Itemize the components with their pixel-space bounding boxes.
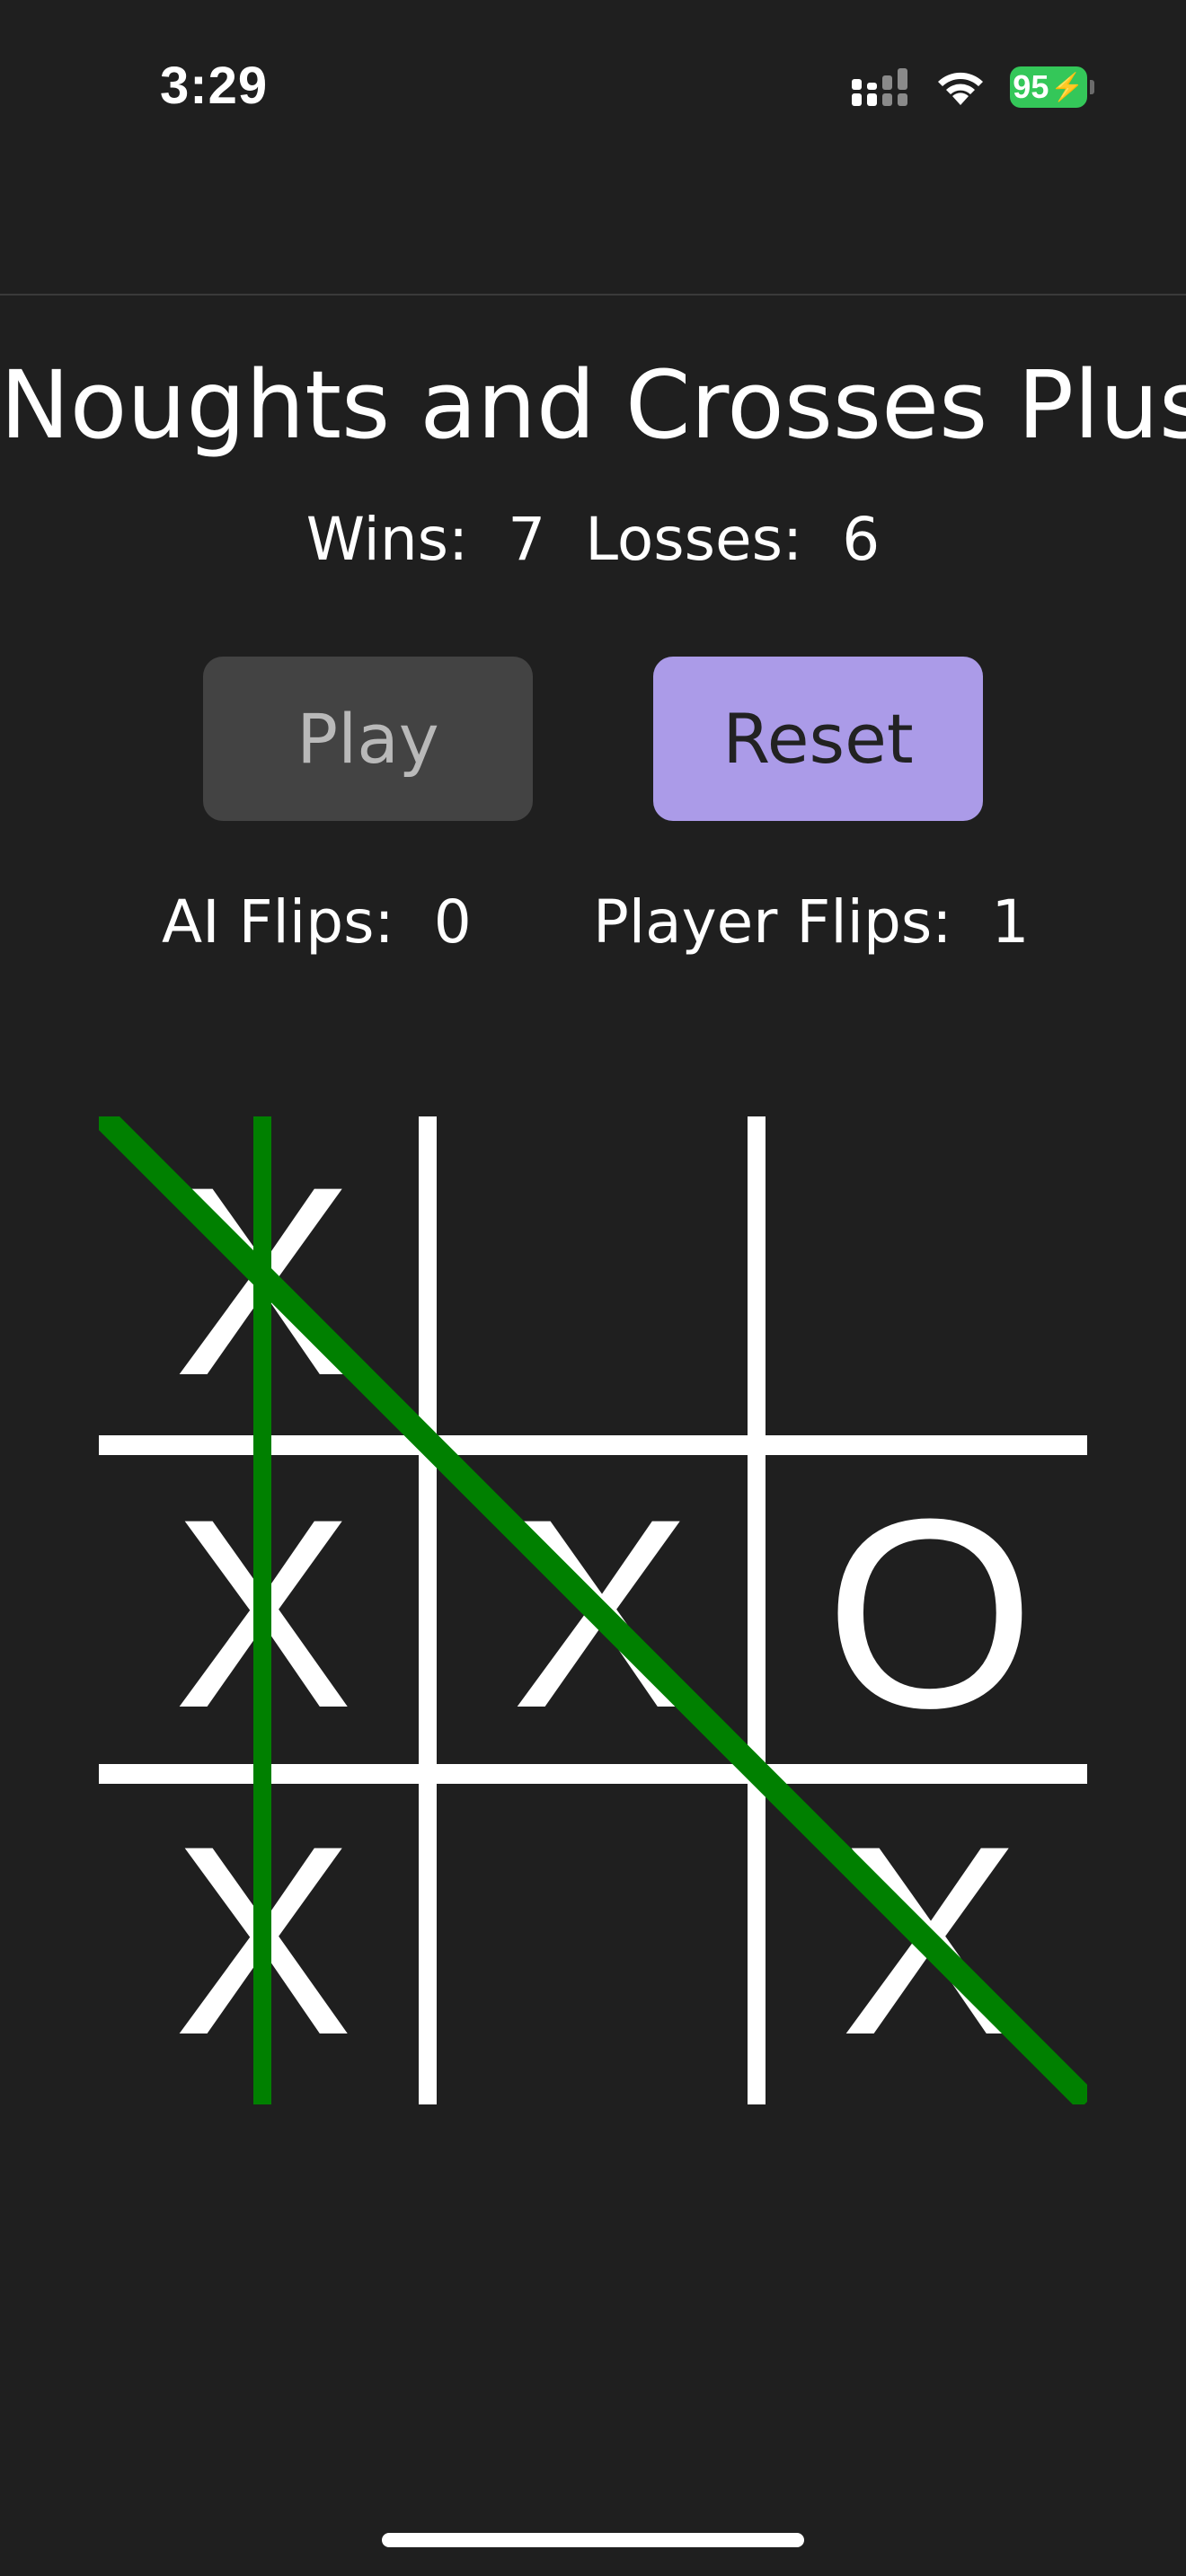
ai-flips-value: 0 xyxy=(433,887,472,957)
ai-flips-label: AI Flips: xyxy=(162,887,394,957)
page-title: Noughts and Crosses Plus xyxy=(0,350,1186,460)
header-divider xyxy=(0,294,1186,296)
score-row: Wins: 7 Losses: 6 xyxy=(0,505,1186,574)
wins-value: 7 xyxy=(508,505,546,574)
game-screen: 3:29 95 ⚡ Noughts and Crosses Plus Wins: 7… xyxy=(0,0,1186,2576)
board-cell-9[interactable]: X xyxy=(766,1776,1094,2104)
board-cell-5[interactable]: X xyxy=(437,1449,766,1778)
reset-button[interactable]: Reset xyxy=(653,657,983,821)
status-icons: 95 ⚡ xyxy=(852,65,1094,110)
board-cell-8[interactable] xyxy=(437,1776,766,2104)
wins-label: Wins: xyxy=(305,505,469,574)
losses-value: 6 xyxy=(842,505,881,574)
home-indicator xyxy=(382,2533,804,2547)
ai-flips: AI Flips: 0 xyxy=(162,887,472,957)
board-cell-6[interactable]: O xyxy=(766,1449,1094,1778)
game-board: X X X O X X xyxy=(99,1116,1087,2104)
board-cell-1[interactable]: X xyxy=(99,1116,428,1445)
player-flips: Player Flips: 1 xyxy=(593,887,1030,957)
battery-icon: 95 ⚡ xyxy=(1010,66,1094,108)
play-button[interactable]: Play xyxy=(203,657,533,821)
player-flips-value: 1 xyxy=(991,887,1030,957)
wifi-icon xyxy=(938,72,983,105)
board-cell-7[interactable]: X xyxy=(99,1776,428,2104)
board-cell-3[interactable] xyxy=(766,1116,1094,1445)
player-flips-label: Player Flips: xyxy=(593,887,952,957)
board-cell-4[interactable]: X xyxy=(99,1449,428,1778)
charging-bolt-icon: ⚡ xyxy=(1050,72,1084,102)
status-time: 3:29 xyxy=(160,57,269,115)
battery-percent: 95 xyxy=(1013,68,1049,105)
signal-icon xyxy=(852,68,907,106)
losses-label: Losses: xyxy=(585,505,803,574)
board-cell-2[interactable] xyxy=(437,1116,766,1445)
